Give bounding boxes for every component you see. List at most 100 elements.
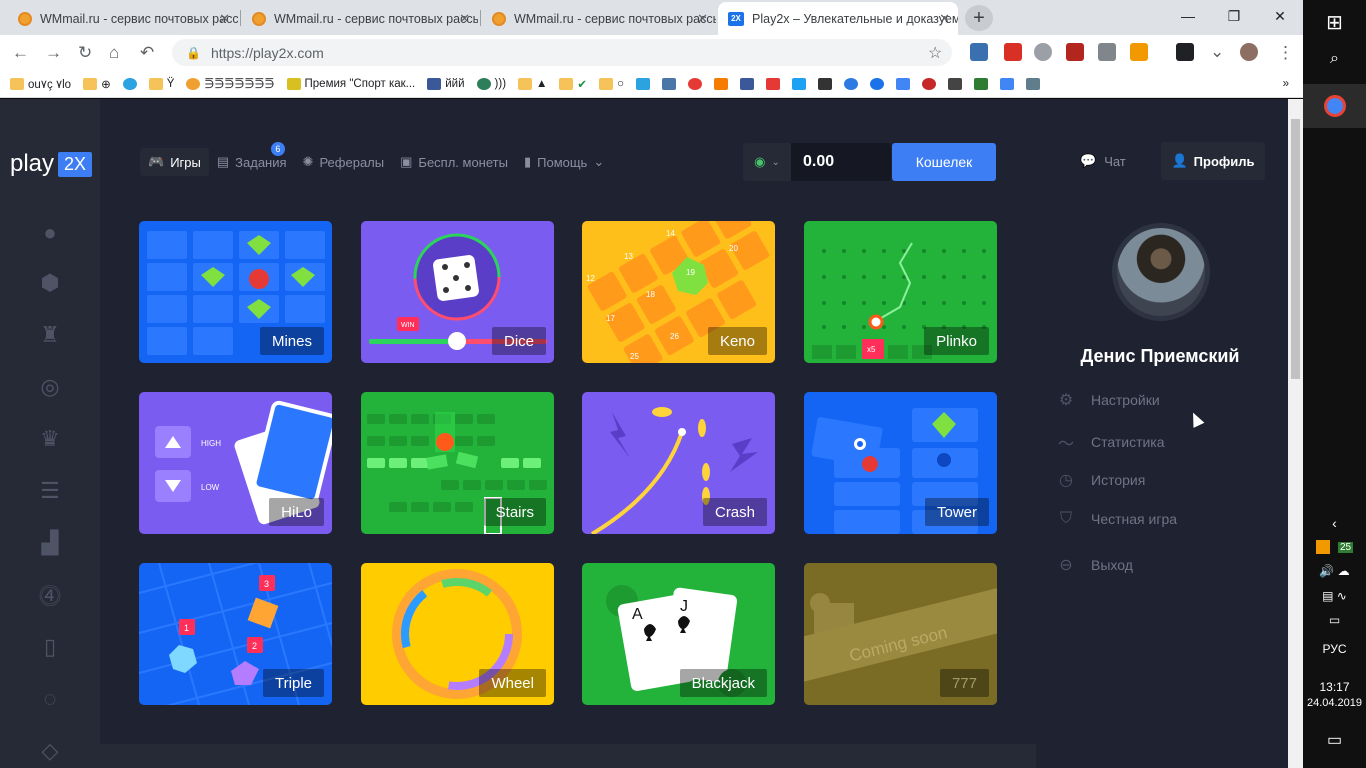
scrollbar-thumb[interactable] [1291, 119, 1300, 379]
tray-row[interactable]: 25 [1303, 540, 1366, 554]
browser-tab[interactable]: WMmail.ru - сервис почтовых рассы ✕ [242, 2, 478, 35]
language-indicator[interactable]: РУС [1303, 642, 1366, 656]
extension-icon[interactable] [1066, 43, 1084, 61]
profile-link-history[interactable]: ◷ История [1057, 470, 1145, 490]
keno-icon[interactable]: ♛ [38, 426, 62, 451]
bookmark-item[interactable]: ▲ [518, 77, 547, 90]
battery-icon[interactable]: ▭ [1303, 613, 1366, 627]
profile-avatar[interactable] [1112, 223, 1210, 321]
extension-icon[interactable] [1098, 43, 1116, 61]
card-icon[interactable]: ◇ [38, 738, 62, 763]
nav-free-coins[interactable]: ▣ Беспл. монеты [392, 148, 516, 176]
profile-link-stats[interactable]: 〜 Статистика [1057, 430, 1165, 454]
extension-icon[interactable] [1130, 43, 1148, 61]
game-card-wheel[interactable]: Wheel [361, 563, 554, 705]
game-card-crash[interactable]: Crash [582, 392, 775, 534]
game-card-777[interactable]: Coming soon 777 [804, 563, 997, 705]
notifications-icon[interactable]: ▭ [1303, 730, 1366, 750]
url-bar[interactable]: 🔒 https://play2x.com [172, 39, 952, 66]
profile-link-settings[interactable]: ⚙ Настройки [1057, 390, 1160, 410]
volume-icon[interactable]: 🔊 ☁ [1303, 564, 1366, 578]
profile-link-logout[interactable]: ⊖ Выход [1057, 555, 1133, 575]
circle-dashed-icon[interactable]: ◌ [38, 686, 62, 711]
network-icon[interactable]: ▤ ∿ [1303, 589, 1366, 603]
back-icon[interactable]: ← [12, 43, 29, 63]
chat-button[interactable]: 💬 Чат [1080, 153, 1126, 169]
close-tab-icon[interactable]: ✕ [939, 11, 950, 27]
extension-icon[interactable] [1004, 43, 1022, 61]
profile-button[interactable]: 👤 Профиль [1161, 142, 1265, 180]
stairs-icon[interactable]: ☰ [38, 478, 62, 503]
game-card-hilo[interactable]: HIGH LOW HiLo [139, 392, 332, 534]
bookmark-star-icon[interactable]: ☆ [928, 43, 942, 63]
chevron-left-icon[interactable]: ‹ [1303, 515, 1366, 531]
chrome-taskbar-button[interactable] [1303, 84, 1366, 128]
bookmark-item[interactable]: Премия "Спорт как... [286, 77, 415, 90]
bookmark-item[interactable]: ⋽⋽⋽⋽⋽⋽⋽ [186, 77, 275, 91]
bookmark-item[interactable]: ))) [476, 77, 506, 90]
undo-icon[interactable]: ↶ [140, 43, 154, 63]
kebab-menu-icon[interactable]: ⋮ [1277, 43, 1294, 63]
nav-help[interactable]: ▮ Помощь ⌄ [516, 148, 612, 176]
game-card-keno[interactable]: 14 20 13 19 12 18 17 26 25 Keno [582, 221, 775, 363]
nav-referrals[interactable]: ✺ Рефералы [295, 148, 393, 176]
bookmark-item[interactable]: ййй [427, 77, 465, 90]
extension-icon[interactable] [1034, 43, 1052, 61]
currency-select[interactable]: ◉ ⌄ [743, 143, 791, 181]
avatar[interactable] [1240, 43, 1258, 61]
game-card-triple[interactable]: 1 2 3 Triple [139, 563, 332, 705]
home-icon[interactable]: ⌂ [109, 43, 119, 63]
close-window-button[interactable]: ✕ [1257, 0, 1303, 32]
wallet-button[interactable]: Кошелек [892, 143, 996, 181]
bookmark-item[interactable] [122, 77, 137, 90]
tray-app-icon[interactable] [1315, 540, 1330, 554]
browser-tab[interactable]: WMmail.ru - сервис почтовых рассы ✕ [482, 2, 716, 35]
search-icon[interactable]: ⌕ [1303, 50, 1366, 68]
game-card-plinko[interactable]: x5 Plinko [804, 221, 997, 363]
browser-tab[interactable]: WMmail.ru - сервис почтовых рассы ✕ [8, 2, 238, 35]
profile-link-fair[interactable]: ⛉ Честная игра [1057, 510, 1177, 528]
keno-number: 25 [630, 352, 639, 361]
play2x-site: play 2X ● ⬢ ♜ ◎ ♛ ☰ ▟ ⓸ ▯ ◌ ◇ 🎮 Игры ▤ Зада… [0, 99, 1288, 768]
game-card-mines[interactable]: Mines [139, 221, 332, 363]
extension-icon[interactable] [970, 43, 988, 61]
bookmark-item[interactable]: ✔ [559, 77, 587, 91]
reload-icon[interactable]: ↻ [78, 43, 92, 63]
forward-icon[interactable]: → [45, 43, 62, 63]
bookmark-item[interactable]: Ÿ [148, 77, 174, 90]
tower-icon[interactable]: ♜ [38, 322, 62, 347]
bookmark-item[interactable]: ou٧ç ٧lo [10, 77, 71, 91]
new-tab-button[interactable]: + [965, 5, 993, 31]
bookmark-item[interactable]: ⊕ [83, 77, 111, 91]
cards-icon[interactable]: ▯ [38, 634, 62, 659]
minimize-button[interactable]: — [1165, 0, 1211, 32]
footer-strip [100, 744, 1036, 768]
bomb-icon[interactable]: ● [38, 220, 62, 245]
site-logo[interactable]: play 2X [10, 150, 93, 178]
close-tab-icon[interactable]: ✕ [459, 11, 470, 27]
dice-icon[interactable]: ⬢ [38, 270, 62, 295]
page-scrollbar[interactable] [1288, 99, 1303, 768]
mute-icon[interactable] [1176, 43, 1194, 61]
nav-tasks[interactable]: ▤ Задания 6 [209, 142, 295, 176]
game-card-dice[interactable]: WIN Dice [361, 221, 554, 363]
close-tab-icon[interactable]: ✕ [697, 11, 708, 27]
chevron-down-icon[interactable]: ⌄ [1210, 42, 1224, 62]
windows-start-icon[interactable]: ⊞ [1303, 10, 1366, 35]
browser-tab-active[interactable]: 2X Play2x – Увлекательные и доказуем ✕ [718, 2, 958, 35]
wheel-icon[interactable]: ◎ [38, 374, 62, 399]
clock-date[interactable]: 24.04.2019 [1303, 697, 1366, 709]
close-tab-icon[interactable]: ✕ [219, 11, 230, 27]
crash-chart-icon[interactable]: ▟ [38, 530, 62, 555]
game-card-stairs[interactable]: Stairs [361, 392, 554, 534]
maximize-button[interactable]: ❐ [1211, 0, 1257, 32]
bookmark-item[interactable]: ○ [599, 77, 624, 90]
bookmark-icons[interactable] [636, 77, 1041, 90]
nav-games[interactable]: 🎮 Игры [140, 148, 209, 176]
clock-time[interactable]: 13:17 [1303, 680, 1366, 694]
more-bookmarks-icon[interactable]: » [1283, 78, 1289, 90]
game-card-blackjack[interactable]: A J Blackjack [582, 563, 775, 705]
tray-badge[interactable]: 25 [1337, 541, 1354, 553]
40-icon[interactable]: ⓸ [38, 583, 62, 609]
game-card-tower[interactable]: Tower [804, 392, 997, 534]
